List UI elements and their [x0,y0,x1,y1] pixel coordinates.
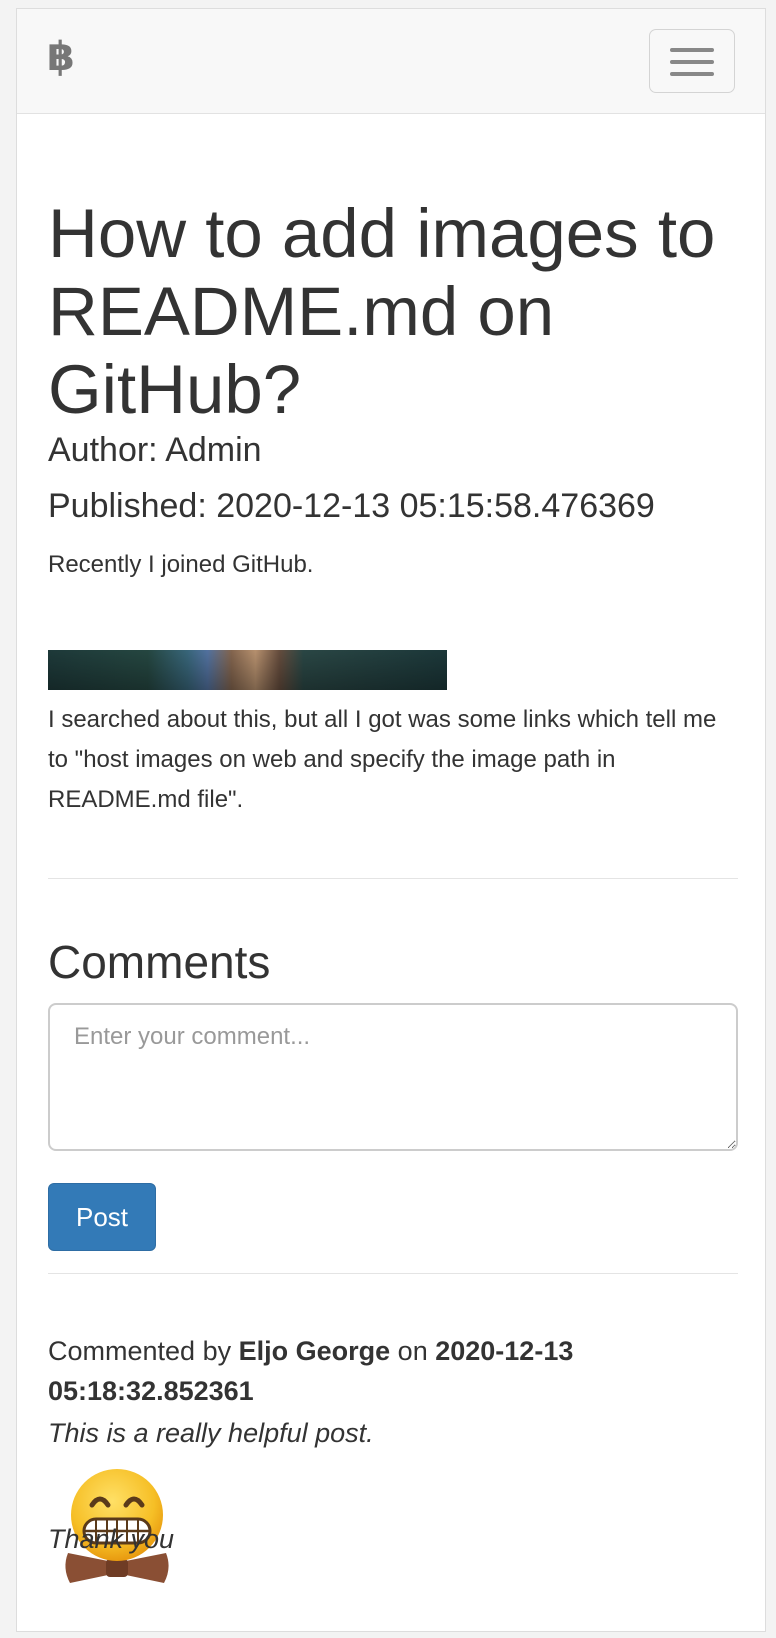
post-author: Author: Admin [48,431,262,469]
divider [48,1273,738,1274]
navbar-toggle-button[interactable] [649,29,735,93]
post-body: I searched about this, but all I got was… [48,706,717,813]
post-comment-button[interactable]: Post [48,1183,156,1251]
divider [48,878,738,879]
page-container: ฿ How to add images to README.md on GitH… [16,8,766,1632]
post-published: Published: 2020-12-13 05:15:58.476369 [48,487,655,525]
comment-author: Eljo George [238,1336,391,1366]
post-image [48,650,447,690]
comment-meta: Commented by Eljo George on 2020-12-13 0… [48,1331,738,1411]
hamburger-menu-icon [670,48,714,52]
post-title: How to add images to README.md on GitHub… [48,195,716,428]
comment-prefix: Commented by [48,1336,232,1366]
comment-text: This is a really helpful post. [48,1418,374,1448]
bitcoin-icon[interactable]: ฿ [47,37,75,77]
comment-footer: Thank you [48,1524,175,1554]
comment-on: on [397,1336,428,1366]
post-intro: Recently I joined GitHub. [48,551,314,578]
navbar: ฿ [17,9,765,114]
comment-input[interactable] [48,1003,738,1151]
comments-heading: Comments [48,936,271,988]
